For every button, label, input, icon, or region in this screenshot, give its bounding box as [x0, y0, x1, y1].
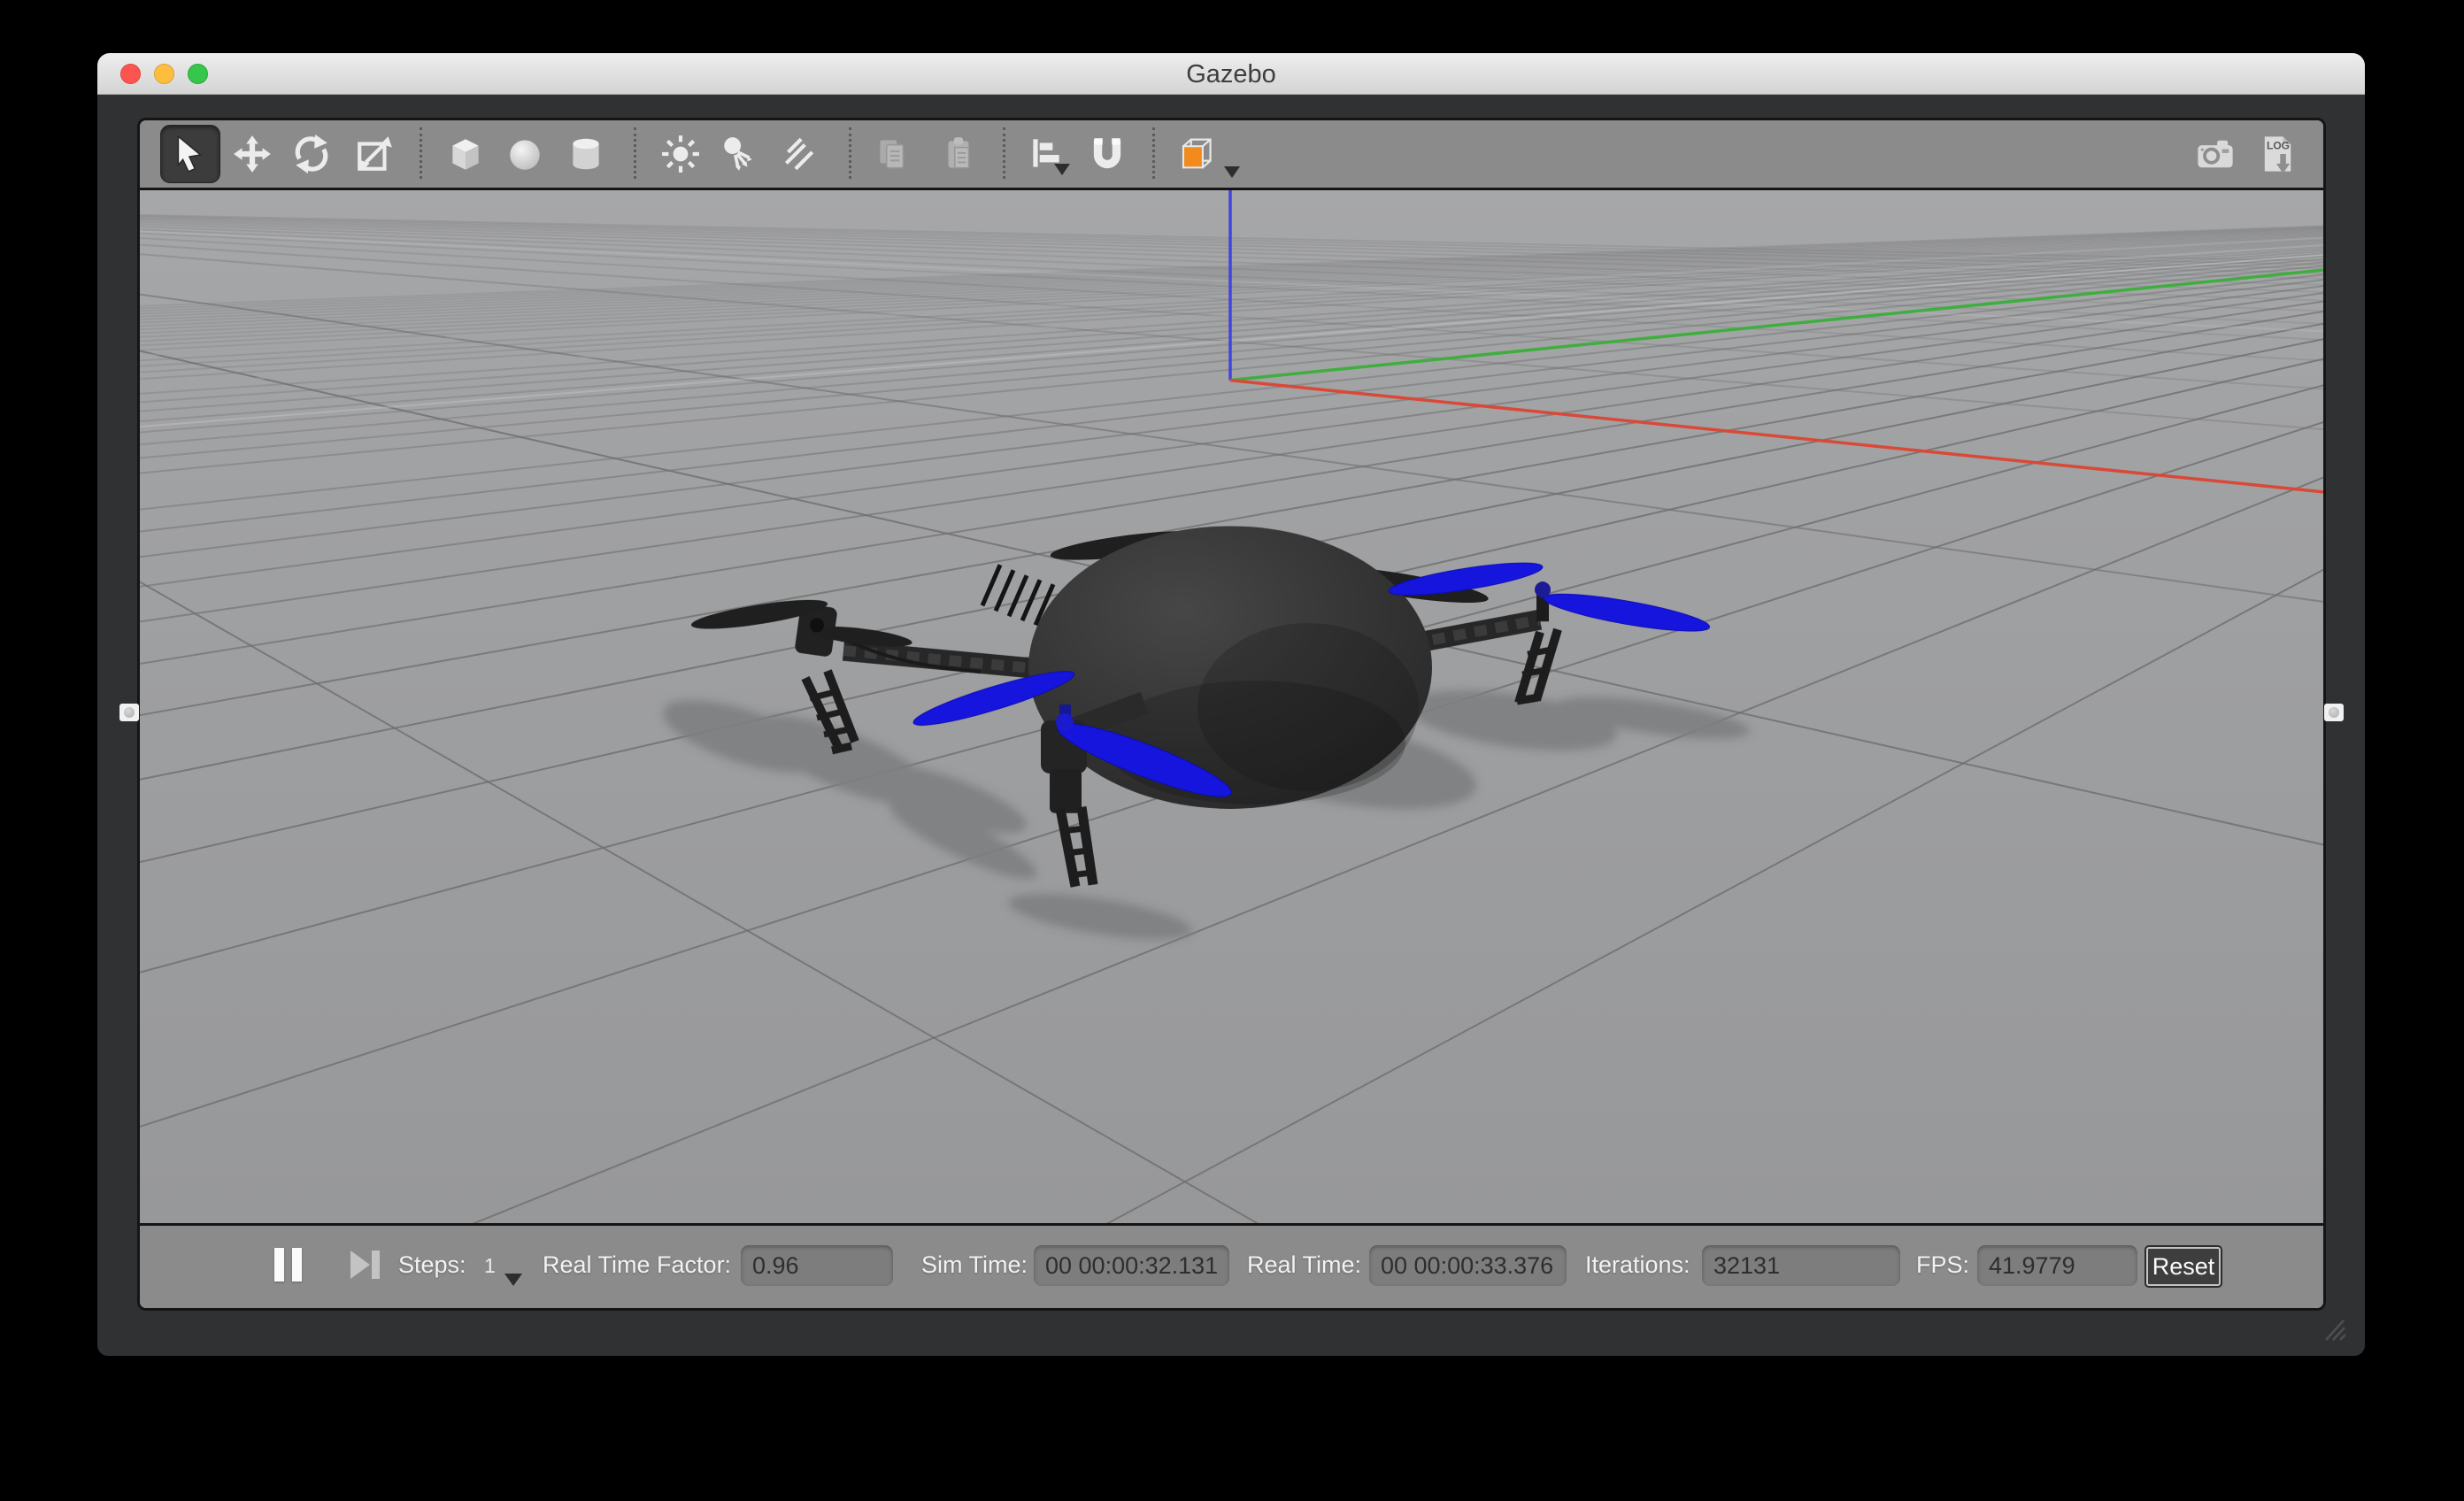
paste-icon [939, 134, 980, 174]
rtf-label: Real Time Factor: [543, 1251, 731, 1279]
magnet-icon [1087, 134, 1128, 174]
desktop: { "window": { "title": "Gazebo" }, "titl… [0, 0, 2464, 1501]
sim-time-field[interactable]: 00 00:00:32.131 [1034, 1245, 1229, 1286]
directional-light-icon [777, 134, 818, 174]
snap-tool-button[interactable] [1082, 129, 1132, 179]
sim-time-label: Sim Time: [921, 1251, 1028, 1279]
sun-icon [660, 134, 701, 174]
pause-button[interactable] [267, 1245, 308, 1284]
paste-button[interactable] [935, 129, 984, 179]
main-panel: LOG [137, 118, 2326, 1311]
view-cube-icon [1173, 133, 1215, 175]
steps-dropdown-arrow[interactable] [504, 1274, 522, 1286]
directional-light-button[interactable] [773, 129, 822, 179]
rotate-tool-button[interactable] [287, 129, 336, 179]
iterations-label: Iterations: [1585, 1251, 1690, 1279]
scale-tool-button[interactable] [350, 129, 400, 179]
cylinder-icon [566, 134, 606, 174]
steps-label: Steps: [398, 1251, 466, 1279]
statusbar: Steps: 1 Real Time Factor: 0.96 Sim Time… [140, 1223, 2323, 1308]
toolbar-separator [1003, 127, 1005, 179]
toolbar-separator [1152, 127, 1155, 179]
step-forward-icon [349, 1249, 384, 1281]
cylinder-shape-button[interactable] [561, 129, 611, 179]
steps-value: 1 [484, 1254, 496, 1278]
select-tool-button[interactable] [160, 125, 220, 183]
toolbar-separator [420, 127, 422, 179]
real-time-field[interactable]: 00 00:00:33.376 [1369, 1245, 1567, 1286]
box-shape-button[interactable] [441, 129, 490, 179]
toolbar-separator [849, 127, 851, 179]
spot-light-button[interactable] [714, 129, 764, 179]
iterations-field[interactable]: 32131 [1702, 1245, 1900, 1286]
spot-light-icon [719, 134, 759, 174]
sphere-shape-button[interactable] [500, 129, 550, 179]
toolbar-separator [634, 127, 636, 179]
svg-text:LOG: LOG [2267, 140, 2290, 152]
cursor-arrow-icon [170, 134, 211, 174]
camera-icon [2194, 133, 2237, 175]
box-icon [445, 134, 486, 174]
log-record-button[interactable]: LOG [2252, 129, 2302, 179]
viewport-3d-canvas[interactable] [140, 190, 2323, 1223]
toolbar: LOG [140, 120, 2323, 190]
reset-button[interactable]: Reset [2146, 1247, 2221, 1286]
move-arrows-icon [232, 134, 273, 174]
screenshot-button[interactable] [2191, 129, 2240, 179]
right-splitter-handle[interactable] [2324, 704, 2344, 721]
step-button[interactable] [349, 1249, 384, 1281]
point-light-button[interactable] [656, 129, 705, 179]
translate-tool-button[interactable] [227, 129, 277, 179]
align-dropdown-arrow[interactable] [1054, 164, 1070, 175]
view-angle-button[interactable] [1169, 129, 1219, 179]
real-time-label: Real Time: [1247, 1251, 1361, 1279]
fps-label: FPS: [1916, 1251, 1969, 1279]
sphere-icon [504, 134, 545, 174]
left-splitter-handle[interactable] [119, 704, 139, 721]
log-file-icon: LOG [2256, 133, 2298, 175]
fps-field[interactable]: 41.9779 [1977, 1245, 2137, 1286]
copy-button[interactable] [867, 129, 917, 179]
scale-icon [355, 134, 396, 174]
window-title: Gazebo [97, 60, 2365, 89]
titlebar: Gazebo [97, 53, 2365, 95]
copy-icon [872, 134, 912, 174]
scene-svg [140, 190, 2323, 1223]
rotate-arrows-icon [291, 134, 332, 174]
window-resize-grip[interactable] [2317, 1313, 2347, 1342]
view-angle-dropdown-arrow[interactable] [1224, 166, 1240, 178]
gazebo-window: Gazebo [97, 53, 2365, 1356]
rtf-field[interactable]: 0.96 [741, 1245, 893, 1286]
